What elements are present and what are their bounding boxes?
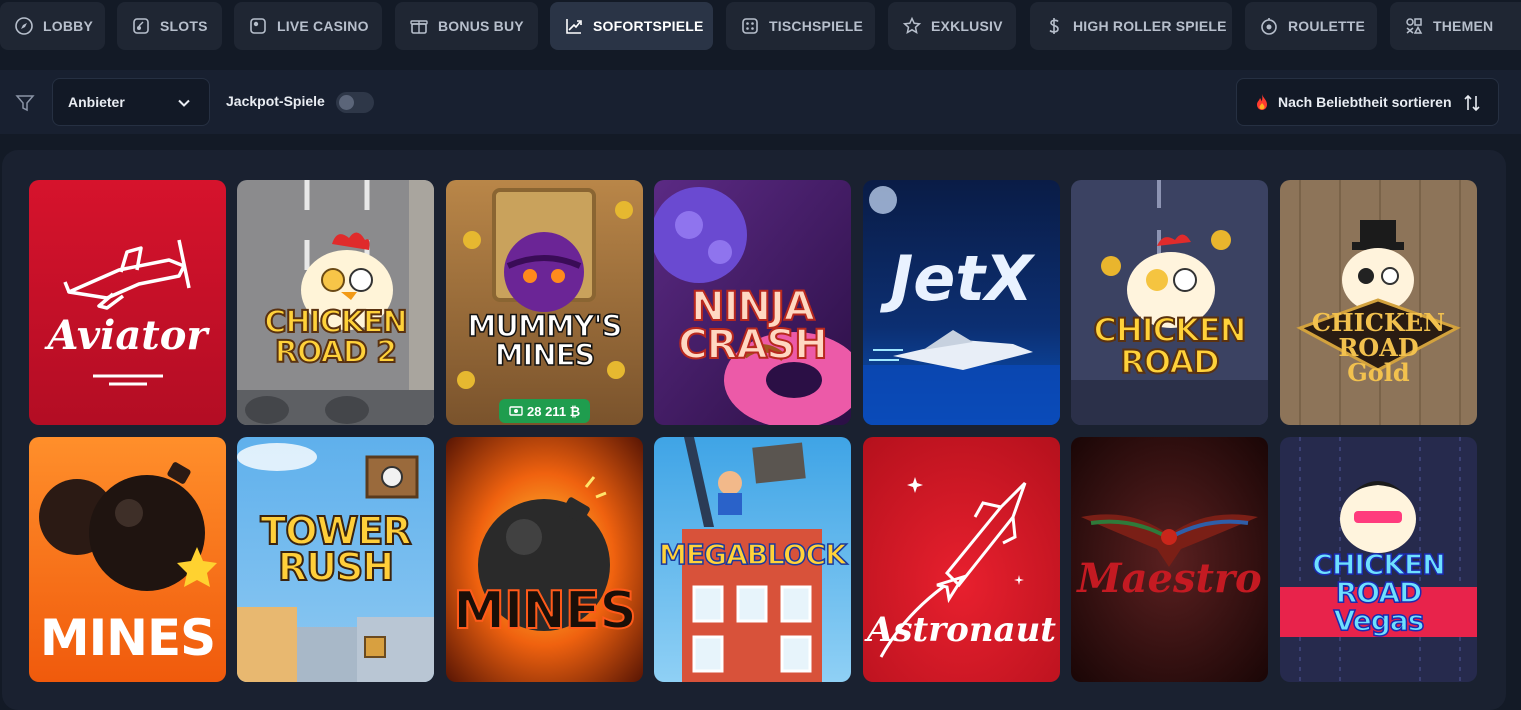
game-card-ninja-crash[interactable]: NINJA CRASH — [654, 180, 851, 425]
game-title: Maestro — [1077, 555, 1262, 602]
sort-button[interactable]: Nach Beliebtheit sortieren — [1236, 78, 1499, 126]
tab-label: THEMEN — [1433, 18, 1494, 34]
game-title: Aviator — [47, 312, 208, 359]
game-card-mines-fire[interactable]: MINES — [446, 437, 643, 682]
tab-live-casino[interactable]: LIVE CASINO — [234, 2, 382, 50]
game-title: Astronaut — [867, 610, 1056, 650]
tab-slots[interactable]: SLOTS — [117, 2, 222, 50]
tab-label: ROULETTE — [1288, 18, 1366, 34]
game-card-mines[interactable]: MINES — [29, 437, 226, 682]
filter-icon[interactable] — [14, 92, 36, 114]
game-card-maestro[interactable]: Maestro — [1071, 437, 1268, 682]
aviator-art — [29, 180, 226, 425]
game-card-jetx[interactable]: JetX — [863, 180, 1060, 425]
live-icon — [250, 18, 266, 34]
tab-label: SOFORTSPIELE — [593, 18, 704, 34]
game-card-tower-rush[interactable]: TOWER RUSH — [237, 437, 434, 682]
category-tabs: LOBBY SLOTS LIVE CASINO BONUS BUY SOFORT… — [0, 0, 1521, 52]
tab-themen[interactable]: THEMEN — [1390, 2, 1521, 50]
tab-tischspiele[interactable]: TISCHSPIELE — [726, 2, 875, 50]
sort-arrows-icon — [1464, 94, 1480, 112]
chicken-road-gold-art — [1280, 180, 1477, 425]
mummys-mines-art — [446, 180, 643, 425]
tab-label: TISCHSPIELE — [769, 18, 863, 34]
gift-icon — [410, 20, 428, 34]
chicken-road-2-art — [237, 180, 434, 425]
tab-bonus-buy[interactable]: BONUS BUY — [395, 2, 538, 50]
tab-sofortspiele[interactable]: SOFORTSPIELE — [550, 2, 713, 50]
tab-label: BONUS BUY — [438, 18, 524, 34]
game-card-mummys-mines[interactable]: MUMMY'S MINES 28 211 ₿ — [446, 180, 643, 425]
tab-label: SLOTS — [160, 18, 208, 34]
jackpot-label: Jackpot-Spiele — [226, 93, 325, 109]
game-title: CHICKEN ROAD Gold — [1311, 308, 1446, 388]
tab-lobby[interactable]: LOBBY — [0, 2, 105, 50]
game-title: JetX — [890, 242, 1033, 315]
cherry-icon — [133, 18, 149, 34]
game-title: MINES — [39, 609, 216, 667]
dollar-icon — [1049, 18, 1059, 34]
tab-label: EXKLUSIV — [931, 18, 1003, 34]
game-title: CHICKEN ROAD — [1092, 311, 1247, 381]
toggle-knob — [339, 95, 354, 110]
chevron-down-icon — [178, 99, 190, 107]
game-title: MEGABLOCK — [658, 538, 847, 571]
jackpot-toggle[interactable] — [336, 92, 374, 113]
game-title: TOWER RUSH — [259, 509, 412, 590]
tab-exklusiv[interactable]: EXKLUSIV — [888, 2, 1016, 50]
tab-roulette[interactable]: ROULETTE — [1245, 2, 1377, 50]
game-title: CHICKEN ROAD Vegas — [1312, 548, 1447, 637]
provider-dropdown[interactable]: Anbieter — [52, 78, 210, 126]
jackpot-badge: 28 211 ₿ — [499, 399, 591, 423]
roulette-icon — [1261, 18, 1277, 35]
mines-fire-art — [446, 437, 643, 682]
tab-label: LIVE CASINO — [277, 18, 369, 34]
game-title: NINJA CRASH — [677, 284, 828, 368]
tab-label: HIGH ROLLER SPIELE — [1073, 18, 1227, 34]
sort-label: Nach Beliebtheit sortieren — [1278, 94, 1452, 110]
game-title: MUMMY'S MINES — [467, 309, 623, 372]
game-card-chicken-road-2[interactable]: CHICKEN ROAD 2 — [237, 180, 434, 425]
star-icon — [902, 16, 922, 35]
tab-high-roller[interactable]: HIGH ROLLER SPIELE — [1030, 2, 1232, 50]
dice-icon — [742, 18, 758, 34]
filter-bar: Anbieter Jackpot-Spiele Nach Beliebtheit… — [0, 70, 1521, 134]
game-card-chicken-road-gold[interactable]: CHICKEN ROAD Gold — [1280, 180, 1477, 425]
flame-icon — [1257, 94, 1267, 110]
money-icon — [509, 406, 523, 416]
jackpot-amount: 28 211 ₿ — [527, 403, 581, 419]
game-card-chicken-road-vegas[interactable]: CHICKEN ROAD Vegas — [1280, 437, 1477, 682]
themes-icon — [1406, 18, 1423, 34]
game-card-aviator[interactable]: Aviator — [29, 180, 226, 425]
provider-dropdown-label: Anbieter — [68, 94, 125, 110]
game-title: MINES — [452, 581, 638, 641]
trend-icon — [566, 19, 582, 34]
chicken-road-art — [1071, 180, 1268, 425]
compass-icon — [15, 17, 33, 35]
game-card-chicken-road[interactable]: CHICKEN ROAD — [1071, 180, 1268, 425]
tab-label: LOBBY — [43, 18, 93, 34]
game-card-astronaut[interactable]: Astronaut — [863, 437, 1060, 682]
game-card-megablock[interactable]: MEGABLOCK — [654, 437, 851, 682]
game-title: CHICKEN ROAD 2 — [263, 305, 408, 370]
